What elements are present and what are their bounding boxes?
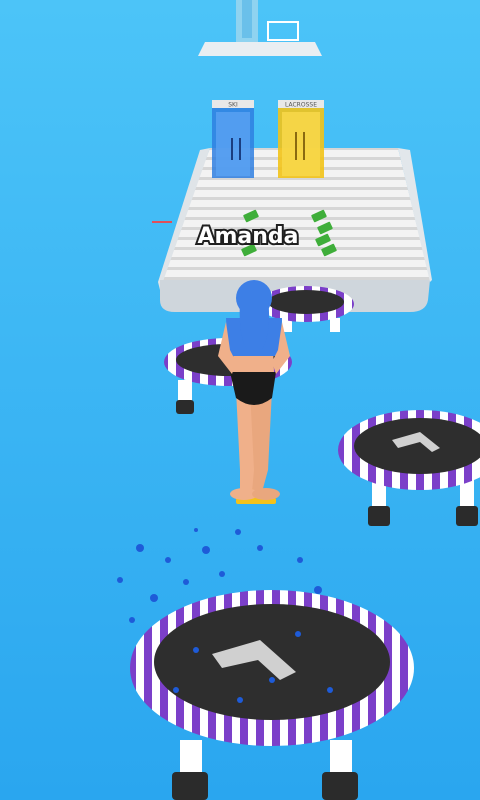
player-name-label: Amanda — [197, 224, 298, 249]
gate-lacrosse: LACROSSE — [278, 100, 324, 178]
gate-ski: SKI — [212, 100, 254, 178]
gate-ski-label: SKI — [228, 102, 238, 109]
gate-lacrosse-label: LACROSSE — [285, 102, 317, 109]
game-scene[interactable]: SKI LACROSSE Amanda — [0, 0, 480, 800]
